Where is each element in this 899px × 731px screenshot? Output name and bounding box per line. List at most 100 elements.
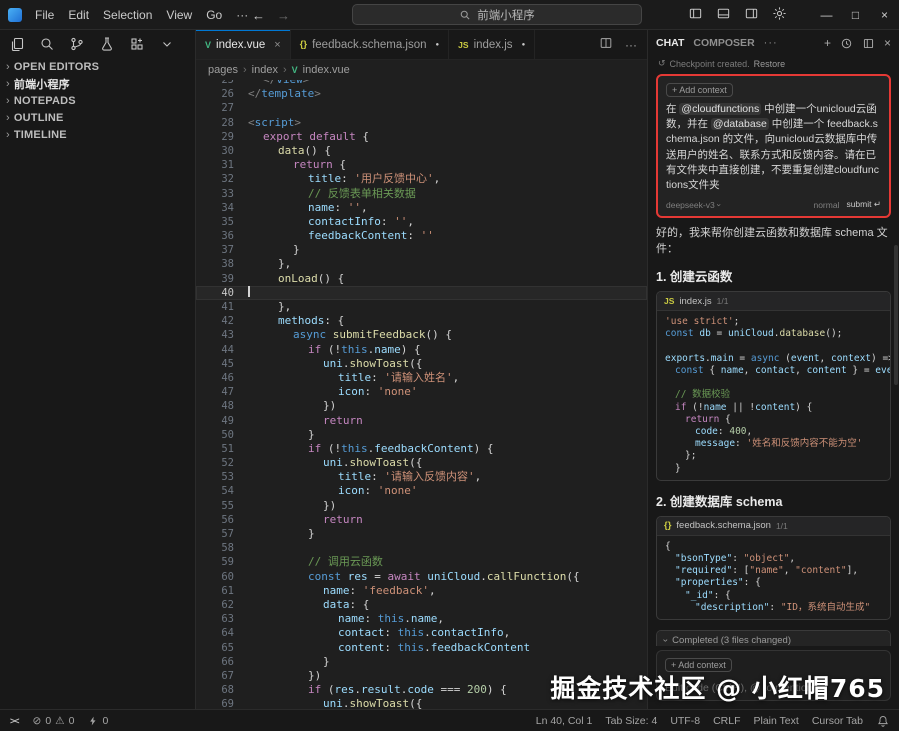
code-line[interactable]: 30 data() { <box>196 144 647 158</box>
add-context-chip[interactable]: + Add context <box>666 83 733 97</box>
more-icon[interactable] <box>155 32 179 56</box>
code-line[interactable]: 50} <box>196 428 647 442</box>
forward-button[interactable]: → <box>277 8 290 23</box>
code-line[interactable]: 49 return <box>196 414 647 428</box>
code-line[interactable]: 34 name: '', <box>196 201 647 215</box>
tab-index.js[interactable]: JS index.js ● <box>449 30 536 59</box>
status-item[interactable]: Cursor Tab <box>812 715 863 727</box>
close-icon[interactable]: × <box>274 39 280 51</box>
code-line[interactable]: 59 // 调用云函数 <box>196 555 647 569</box>
code-line[interactable]: 61 name: 'feedback', <box>196 584 647 598</box>
code-block-header[interactable]: {} feedback.schema.json 1/1 <box>657 516 890 536</box>
menu-item-edit[interactable]: Edit <box>61 8 96 22</box>
code-editor[interactable]: 25</view>26 </template> 2728 <script> 29 expo… <box>196 80 647 709</box>
minimize-button[interactable]: — <box>812 0 841 30</box>
code-line[interactable]: 46 title: '请输入姓名', <box>196 371 647 385</box>
close-button[interactable]: × <box>870 0 899 30</box>
code-line[interactable]: 52 uni.showToast({ <box>196 456 647 470</box>
new-chat-icon[interactable]: + <box>824 36 831 50</box>
maximize-button[interactable]: □ <box>841 0 870 30</box>
remote-indicator[interactable]: >< <box>10 716 19 726</box>
code-line[interactable]: 33 // 反馈表单相关数据 <box>196 187 647 201</box>
breadcrumb-item[interactable]: index.vue <box>303 64 350 76</box>
code-line[interactable]: 27 <box>196 101 647 115</box>
code-line[interactable]: 41}, <box>196 300 647 314</box>
status-item[interactable]: CRLF <box>713 715 740 727</box>
testing-icon[interactable] <box>95 32 119 56</box>
sidebar-section[interactable]: › NOTEPADS <box>0 92 195 109</box>
code-line[interactable]: 35 contactInfo: '', <box>196 215 647 229</box>
model-selector[interactable]: deepseek-v3 › <box>666 200 724 210</box>
sidebar-section[interactable]: › OPEN EDITORS <box>0 58 195 75</box>
mode-selector[interactable]: normal <box>813 200 839 210</box>
menu-item-go[interactable]: Go <box>199 8 229 22</box>
code-line[interactable]: 26 </template> <box>196 87 647 101</box>
code-line[interactable]: 55}) <box>196 499 647 513</box>
completed-header[interactable]: › Completed (3 files changed) <box>657 631 890 646</box>
code-line[interactable]: 36 feedbackContent: '' <box>196 229 647 243</box>
menu-item-selection[interactable]: Selection <box>96 8 159 22</box>
modified-dot[interactable]: ● <box>436 42 440 48</box>
status-item[interactable]: Plain Text <box>753 715 798 727</box>
extensions-icon[interactable] <box>125 32 149 56</box>
chat-tab-chat[interactable]: CHAT <box>656 37 684 49</box>
sidebar-section[interactable]: › 前端小程序 <box>0 75 195 92</box>
code-line[interactable]: 64 contact: this.contactInfo, <box>196 626 647 640</box>
code-line[interactable]: 47 icon: 'none' <box>196 385 647 399</box>
command-center[interactable]: 前端小程序 <box>352 4 642 25</box>
ports-indicator[interactable]: 0 <box>88 715 108 727</box>
code-line[interactable]: 62 data: { <box>196 598 647 612</box>
submit-button[interactable]: submit ↵ <box>846 199 881 210</box>
history-icon[interactable] <box>840 37 853 50</box>
chat-scrollbar[interactable] <box>894 245 898 385</box>
menu-item-view[interactable]: View <box>159 8 199 22</box>
menu-item-file[interactable]: File <box>28 8 61 22</box>
code-line[interactable]: 63 name: this.name, <box>196 612 647 626</box>
status-item[interactable]: Tab Size: 4 <box>605 715 657 727</box>
breadcrumb-item[interactable]: pages <box>208 64 238 76</box>
status-item[interactable]: Ln 40, Col 1 <box>536 715 593 727</box>
code-line[interactable]: 66} <box>196 655 647 669</box>
toggle-secondary-sidebar-icon[interactable] <box>744 6 759 24</box>
code-line[interactable]: 54 icon: 'none' <box>196 484 647 498</box>
breadcrumb-item[interactable]: index <box>252 64 278 76</box>
code-line[interactable]: 37} <box>196 243 647 257</box>
code-line[interactable]: 29 export default { <box>196 130 647 144</box>
code-line[interactable]: 45 uni.showToast({ <box>196 357 647 371</box>
code-line[interactable]: 43 async submitFeedback() { <box>196 328 647 342</box>
chat-scroll-area[interactable]: + Add context 在 @cloudfunctions 中创建一个uni… <box>648 71 899 646</box>
explorer-icon[interactable] <box>5 32 29 56</box>
chat-tab-composer[interactable]: COMPOSER <box>693 37 754 49</box>
split-editor-icon[interactable] <box>599 36 613 53</box>
notifications-bell-icon[interactable] <box>877 715 889 727</box>
status-item[interactable]: UTF-8 <box>670 715 700 727</box>
modified-dot[interactable]: ● <box>522 42 526 48</box>
search-icon[interactable] <box>35 32 59 56</box>
code-line[interactable]: 65 content: this.feedbackContent <box>196 641 647 655</box>
code-line[interactable]: 25</view> <box>196 80 647 87</box>
code-line[interactable]: 39 onLoad() { <box>196 272 647 286</box>
code-line[interactable]: 38}, <box>196 257 647 271</box>
more-actions-icon[interactable]: ··· <box>625 38 637 52</box>
code-line[interactable]: 57} <box>196 527 647 541</box>
code-line[interactable]: 44 if (!this.name) { <box>196 343 647 357</box>
code-line[interactable]: 48}) <box>196 399 647 413</box>
code-block-header[interactable]: JS index.js 1/1 <box>657 292 890 312</box>
tab-index.vue[interactable]: Vindex.vue × <box>196 30 291 59</box>
app-logo-icon[interactable] <box>8 7 22 22</box>
code-line[interactable]: 32 title: '用户反馈中心', <box>196 172 647 186</box>
toggle-panel-icon[interactable] <box>716 6 731 24</box>
code-line[interactable]: 28 <script> <box>196 116 647 130</box>
toggle-sidebar-icon[interactable] <box>688 6 703 24</box>
code-line[interactable]: 51 if (!this.feedbackContent) { <box>196 442 647 456</box>
code-line[interactable]: 42 methods: { <box>196 314 647 328</box>
settings-gear-icon[interactable] <box>772 6 787 24</box>
code-line[interactable]: 40 <box>196 285 647 300</box>
source-control-icon[interactable] <box>65 32 89 56</box>
code-line[interactable]: 60 const res = await uniCloud.callFunctio… <box>196 570 647 584</box>
chat-tab-overflow-icon[interactable]: ··· <box>764 37 778 49</box>
checkpoint-restore-button[interactable]: Restore <box>754 59 786 69</box>
code-line[interactable]: 53 title: '请输入反馈内容', <box>196 470 647 484</box>
problems-indicator[interactable]: ⊘ 0 ⚠ 0 <box>33 715 75 727</box>
close-panel-icon[interactable]: × <box>884 36 891 50</box>
